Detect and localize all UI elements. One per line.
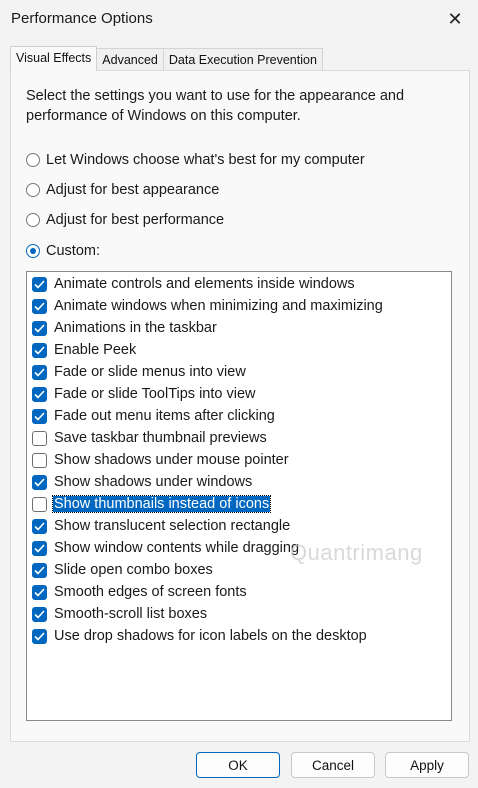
list-item[interactable]: Fade out menu items after clicking	[32, 408, 276, 424]
checkmark-icon	[34, 631, 45, 641]
checkbox-checked[interactable]	[32, 584, 47, 600]
radio-best-performance[interactable]: Adjust for best performance	[26, 212, 224, 228]
list-item-label: Animations in the taskbar	[54, 320, 217, 336]
radio-button[interactable]	[26, 183, 40, 197]
list-item[interactable]: Animations in the taskbar	[32, 320, 218, 336]
tab-strip: Visual Effects Advanced Data Execution P…	[10, 46, 323, 71]
list-item-label: Animate controls and elements inside win…	[54, 276, 355, 292]
list-item[interactable]: Enable Peek	[32, 342, 137, 358]
list-item[interactable]: Smooth-scroll list boxes	[32, 606, 208, 622]
list-item-label: Use drop shadows for icon labels on the …	[54, 628, 367, 644]
title-bar: Performance Options ✕	[0, 0, 478, 40]
list-item-label: Enable Peek	[54, 342, 137, 358]
radio-label: Let Windows choose what's best for my co…	[46, 152, 365, 168]
checkbox-checked[interactable]	[32, 298, 47, 314]
radio-best-appearance[interactable]: Adjust for best appearance	[26, 182, 219, 198]
list-item[interactable]: Use drop shadows for icon labels on the …	[32, 628, 368, 644]
list-item-label: Show thumbnails instead of icons	[51, 495, 272, 513]
checkmark-icon	[34, 411, 45, 421]
radio-button[interactable]	[26, 213, 40, 227]
tab-data-execution-prevention[interactable]: Data Execution Prevention	[162, 48, 323, 71]
checkmark-icon	[34, 345, 45, 355]
apply-button[interactable]: Apply	[385, 752, 469, 778]
checkmark-icon	[34, 543, 45, 553]
radio-custom[interactable]: Custom:	[26, 243, 100, 259]
list-item[interactable]: Animate windows when minimizing and maxi…	[32, 298, 384, 314]
list-item-label: Fade or slide ToolTips into view	[54, 386, 256, 402]
tab-visual-effects[interactable]: Visual Effects	[10, 46, 98, 71]
checkbox-checked[interactable]	[32, 606, 47, 622]
list-item-label: Animate windows when minimizing and maxi…	[54, 298, 383, 314]
checkmark-icon	[34, 279, 45, 289]
checkmark-icon	[34, 565, 45, 575]
list-item-label: Smooth-scroll list boxes	[54, 606, 208, 622]
list-item[interactable]: Show shadows under windows	[32, 474, 253, 490]
list-item[interactable]: Smooth edges of screen fonts	[32, 584, 248, 600]
radio-button[interactable]	[26, 153, 40, 167]
list-item-label: Save taskbar thumbnail previews	[54, 430, 267, 446]
list-item[interactable]: Slide open combo boxes	[32, 562, 214, 578]
radio-button-selected[interactable]	[26, 244, 40, 258]
list-item-label: Slide open combo boxes	[54, 562, 213, 578]
visual-effects-list[interactable]: Animate controls and elements inside win…	[26, 271, 452, 721]
list-item[interactable]: Animate controls and elements inside win…	[32, 276, 356, 292]
checkbox-unchecked[interactable]	[32, 452, 47, 468]
list-item[interactable]: Show window contents while dragging	[32, 540, 300, 556]
list-item[interactable]: Fade or slide menus into view	[32, 364, 247, 380]
checkbox-checked[interactable]	[32, 628, 47, 644]
checkbox-checked[interactable]	[32, 408, 47, 424]
list-item[interactable]: Save taskbar thumbnail previews	[32, 430, 268, 446]
list-item-label: Smooth edges of screen fonts	[54, 584, 247, 600]
radio-let-windows-choose[interactable]: Let Windows choose what's best for my co…	[26, 152, 365, 168]
checkbox-checked[interactable]	[32, 342, 47, 358]
checkbox-checked[interactable]	[32, 320, 47, 336]
checkbox-checked[interactable]	[32, 562, 47, 578]
checkmark-icon	[34, 323, 45, 333]
description-text: Select the settings you want to use for …	[26, 88, 405, 124]
checkbox-checked[interactable]	[32, 276, 47, 292]
checkmark-icon	[34, 389, 45, 399]
list-item[interactable]: Show translucent selection rectangle	[32, 518, 291, 534]
ok-button[interactable]: OK	[196, 752, 280, 778]
list-item-label: Fade or slide menus into view	[54, 364, 246, 380]
radio-label: Custom:	[46, 243, 100, 259]
radio-label: Adjust for best performance	[46, 212, 225, 228]
checkmark-icon	[34, 477, 45, 487]
checkmark-icon	[34, 587, 45, 597]
checkbox-checked[interactable]	[32, 474, 47, 490]
checkbox-unchecked[interactable]	[32, 496, 47, 512]
list-item-label: Show translucent selection rectangle	[54, 518, 291, 534]
list-item[interactable]: Fade or slide ToolTips into view	[32, 386, 257, 402]
list-item[interactable]: Show shadows under mouse pointer	[32, 452, 290, 468]
watermark-logo: Quantrimang	[290, 540, 423, 565]
checkmark-icon	[34, 367, 45, 377]
checkmark-icon	[34, 301, 45, 311]
checkbox-checked[interactable]	[32, 386, 47, 402]
close-icon[interactable]: ✕	[432, 0, 478, 38]
list-item[interactable]: Show thumbnails instead of icons	[32, 495, 272, 513]
tab-advanced[interactable]: Advanced	[96, 48, 164, 71]
checkbox-unchecked[interactable]	[32, 430, 47, 446]
checkbox-checked[interactable]	[32, 540, 47, 556]
checkmark-icon	[34, 609, 45, 619]
list-item-label: Show shadows under windows	[54, 474, 253, 490]
checkmark-icon	[34, 521, 45, 531]
radio-label: Adjust for best appearance	[46, 182, 220, 198]
checkbox-checked[interactable]	[32, 518, 47, 534]
list-item-label: Show window contents while dragging	[54, 540, 300, 556]
checkbox-checked[interactable]	[32, 364, 47, 380]
list-item-label: Show shadows under mouse pointer	[54, 452, 289, 468]
window-title: Performance Options	[11, 10, 153, 27]
list-item-label: Fade out menu items after clicking	[54, 408, 275, 424]
cancel-button[interactable]: Cancel	[291, 752, 375, 778]
